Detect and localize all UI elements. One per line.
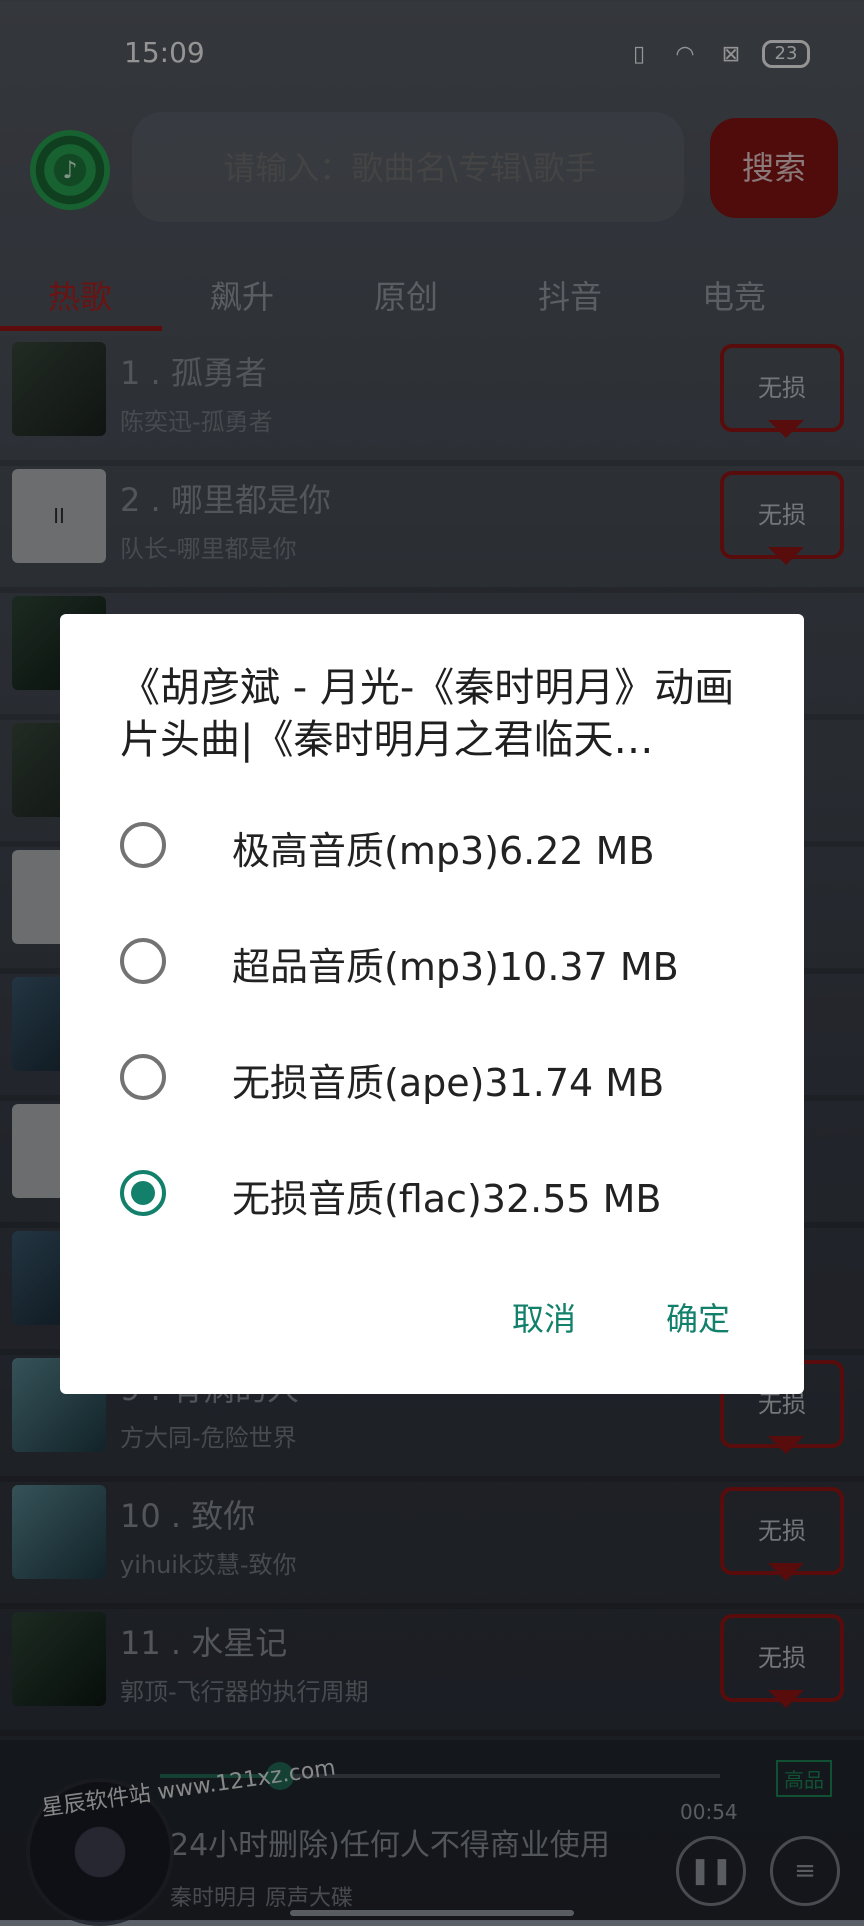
quality-option[interactable]: 极高音质(mp3)6.22 MB bbox=[120, 794, 760, 894]
quality-dialog: 《胡彦斌 - 月光-《秦时明月》动画片头曲|《秦时明月之君临天… 极高音质(mp… bbox=[60, 614, 804, 1394]
option-label: 无损音质(flac)32.55 MB bbox=[232, 1177, 662, 1221]
ok-button[interactable]: 确定 bbox=[666, 1294, 730, 1340]
cancel-button[interactable]: 取消 bbox=[512, 1294, 576, 1340]
radio-button-checked[interactable] bbox=[120, 1170, 166, 1216]
option-label: 极高音质(mp3)6.22 MB bbox=[232, 829, 655, 873]
quality-option[interactable]: 无损音质(ape)31.74 MB bbox=[120, 1026, 760, 1126]
radio-button[interactable] bbox=[120, 1054, 166, 1100]
quality-option[interactable]: 超品音质(mp3)10.37 MB bbox=[120, 910, 760, 1010]
quality-option[interactable]: 无损音质(flac)32.55 MB bbox=[120, 1142, 760, 1242]
radio-button[interactable] bbox=[120, 822, 166, 868]
option-label: 超品音质(mp3)10.37 MB bbox=[232, 945, 679, 989]
dialog-title: 《胡彦斌 - 月光-《秦时明月》动画片头曲|《秦时明月之君临天… bbox=[120, 665, 735, 763]
option-label: 无损音质(ape)31.74 MB bbox=[232, 1061, 665, 1105]
radio-button[interactable] bbox=[120, 938, 166, 984]
